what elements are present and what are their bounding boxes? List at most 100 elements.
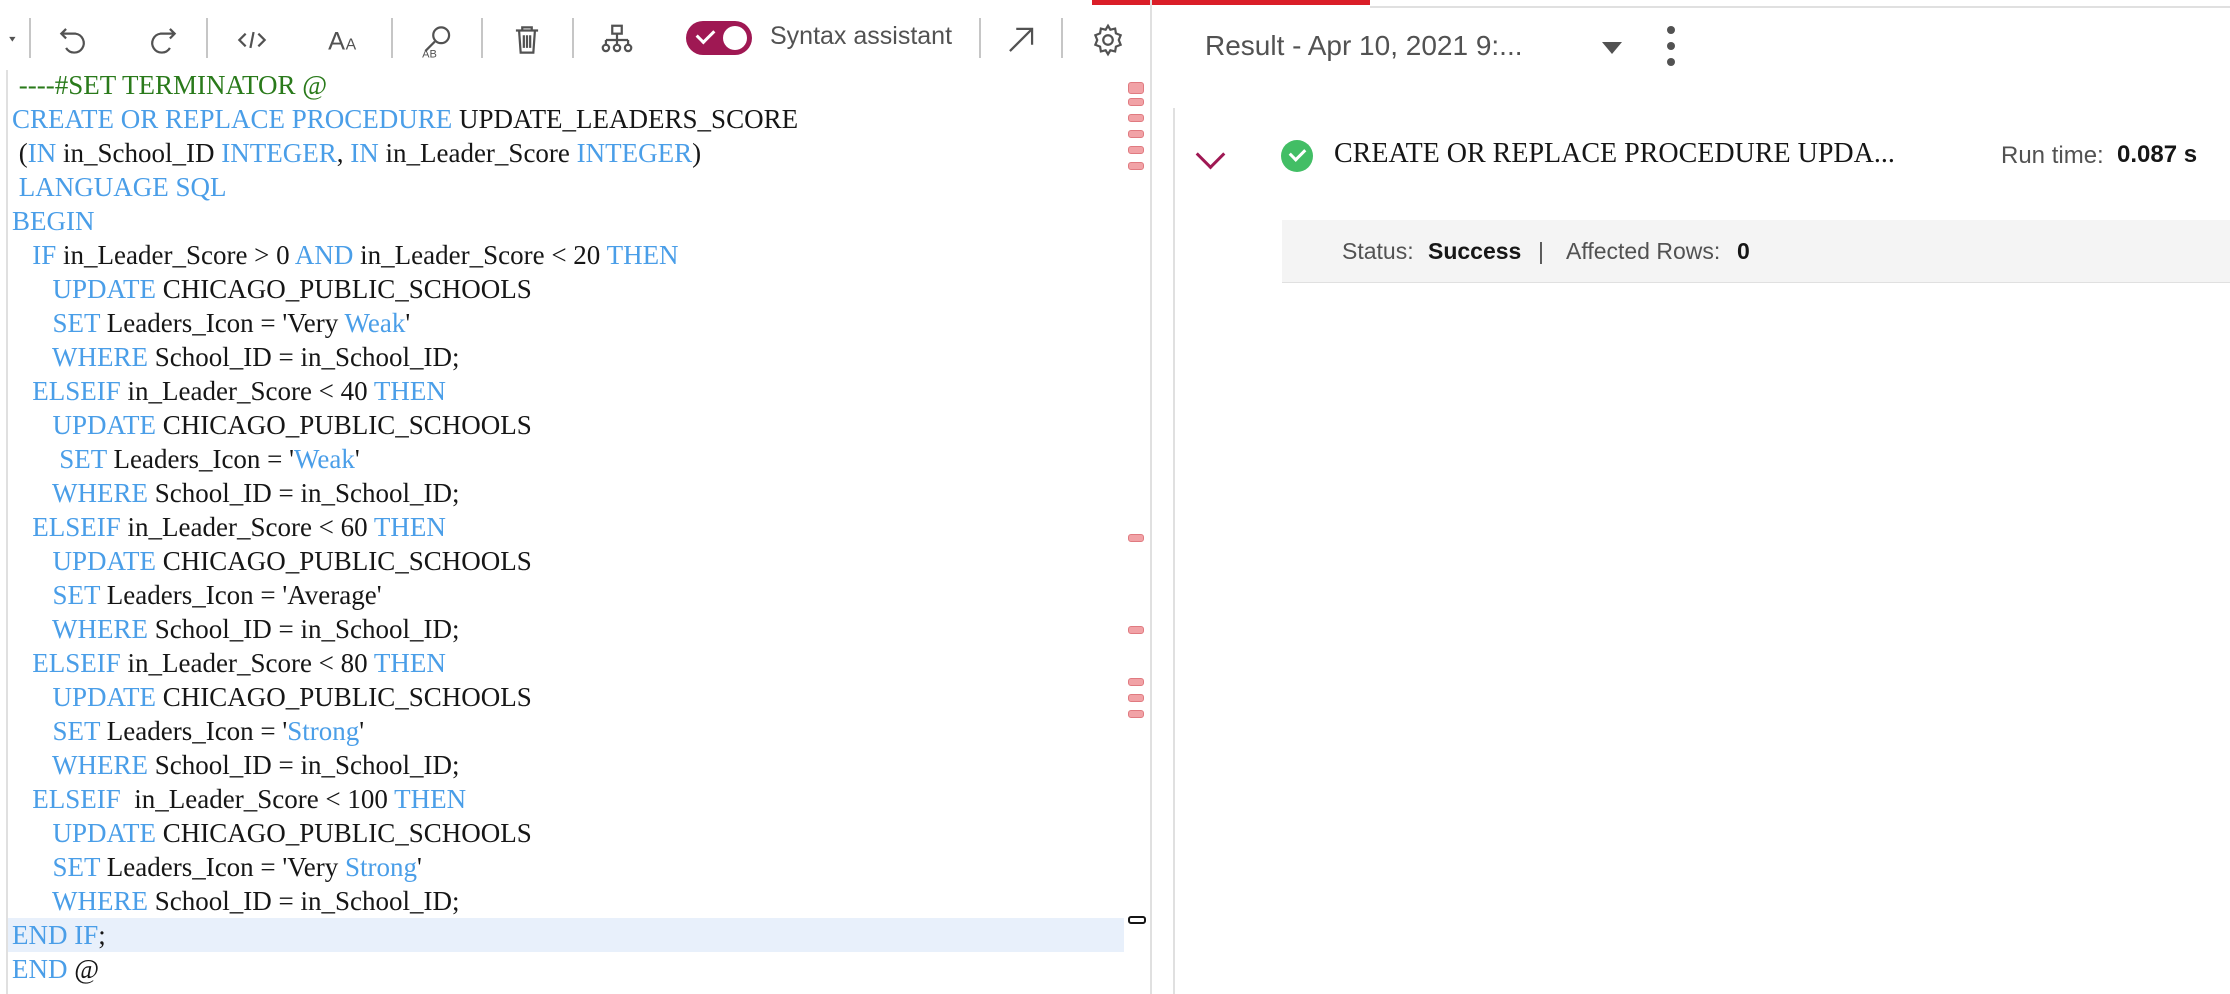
code-text: ' [354,444,360,474]
code-line[interactable]: UPDATE CHICAGO_PUBLIC_SCHOOLS [12,408,532,442]
code-line[interactable]: ELSEIF in_Leader_Score < 100 THEN [12,782,466,816]
delete-icon[interactable] [501,14,553,66]
toggle-knob [723,26,747,50]
sql-keyword: LANGUAGE SQL [12,172,227,202]
sql-keyword: Strong [345,852,418,882]
sql-keyword: THEN [373,376,446,406]
code-line[interactable]: ELSEIF in_Leader_Score < 60 THEN [12,510,446,544]
code-line[interactable]: BEGIN [12,204,95,238]
code-text: ' [359,716,365,746]
svg-text:AB: AB [422,48,437,59]
warning-marker [1128,162,1144,170]
status-bar: Status: Success | Affected Rows: 0 [1282,220,2230,283]
sql-keyword: IN [27,138,57,168]
overflow-menu-icon[interactable] [1667,26,1675,74]
code-line[interactable]: WHERE School_ID = in_School_ID; [12,884,459,918]
code-line[interactable]: ELSEIF in_Leader_Score < 80 THEN [12,646,446,680]
warning-marker [1128,694,1144,702]
panel-divider[interactable] [1150,0,1152,994]
affected-rows-label: Affected Rows: [1566,238,1721,264]
code-line[interactable]: SET Leaders_Icon = 'Weak' [12,442,360,476]
result-title[interactable]: Result - Apr 10, 2021 9:... [1205,30,1523,62]
status-value: Success [1428,238,1522,264]
toolbar-divider [481,18,483,58]
code-line[interactable]: ----#SET TERMINATOR @ [12,68,327,102]
code-text: CHICAGO_PUBLIC_SCHOOLS [156,546,532,576]
code-line[interactable]: WHERE School_ID = in_School_ID; [12,612,459,646]
code-line[interactable]: WHERE School_ID = in_School_ID; [12,748,459,782]
code-text: in_Leader_Score < 100 [120,784,395,814]
code-text: , [336,138,351,168]
code-line[interactable]: (IN in_School_ID INTEGER, IN in_Leader_S… [12,136,701,170]
code-line[interactable]: SET Leaders_Icon = 'Very Strong' [12,850,422,884]
editor-gutter-border [6,70,8,994]
caret-down-icon[interactable] [1602,42,1622,54]
sql-keyword: INTEGER [221,138,337,168]
code-line[interactable]: SET Leaders_Icon = 'Very Weak' [12,306,411,340]
code-line[interactable]: IF in_Leader_Score > 0 AND in_Leader_Sco… [12,238,679,272]
syntax-assistant-toggle[interactable] [686,21,752,55]
settings-icon[interactable] [1082,14,1134,66]
sql-keyword: THEN [606,240,679,270]
code-line[interactable]: END @ [12,952,99,986]
code-line[interactable]: END IF; [8,918,1124,952]
active-tab-indicator [1092,0,1370,5]
sql-keyword: END IF [12,920,99,950]
find-replace-icon[interactable]: AB [412,14,464,66]
code-line[interactable]: SET Leaders_Icon = 'Average' [12,578,382,612]
code-text: ; [98,920,106,950]
collapse-arrow-icon[interactable] [0,14,32,66]
code-line[interactable]: WHERE School_ID = in_School_ID; [12,476,459,510]
warning-marker [1128,146,1144,154]
code-text: in_Leader_Score < 60 [120,512,374,542]
code-line[interactable]: LANGUAGE SQL [12,170,227,204]
warning-marker [1128,626,1144,634]
chevron-down-icon[interactable] [1195,139,1226,170]
code-text: in_Leader_Score < 40 [120,376,374,406]
code-line[interactable]: SET Leaders_Icon = 'Strong' [12,714,365,748]
code-line[interactable]: WHERE School_ID = in_School_ID; [12,340,459,374]
code-text: School_ID = in_School_ID; [148,886,460,916]
result-panel-border [1173,108,1175,994]
affected-rows-value: 0 [1737,238,1750,264]
sql-keyword: WHERE [52,886,148,916]
result-statement[interactable]: CREATE OR REPLACE PROCEDURE UPDA... [1334,138,1895,170]
font-size-icon[interactable]: AA [318,14,370,66]
code-text: in_School_ID [56,138,222,168]
code-text: CHICAGO_PUBLIC_SCHOOLS [156,682,532,712]
code-line[interactable]: CREATE OR REPLACE PROCEDURE UPDATE_LEADE… [12,102,798,136]
code-line[interactable]: UPDATE CHICAGO_PUBLIC_SCHOOLS [12,816,532,850]
svg-text:A: A [346,37,357,54]
code-text: Leaders_Icon = ' [106,444,295,474]
warning-marker [1128,82,1144,94]
sql-keyword: UPDATE [52,818,157,848]
code-text: School_ID = in_School_ID; [148,478,460,508]
open-external-icon[interactable] [995,14,1047,66]
sql-keyword: ELSEIF [32,376,121,406]
code-line[interactable]: ELSEIF in_Leader_Score < 40 THEN [12,374,446,408]
code-line[interactable]: UPDATE CHICAGO_PUBLIC_SCHOOLS [12,680,532,714]
sql-keyword: ELSEIF [32,784,121,814]
code-text: Leaders_Icon = 'Average' [100,580,382,610]
run-time-value: 0.087 s [2117,141,2198,168]
sql-keyword: CREATE OR REPLACE PROCEDURE [12,104,453,134]
redo-icon[interactable] [136,14,188,66]
undo-icon[interactable] [48,14,100,66]
code-line[interactable]: UPDATE CHICAGO_PUBLIC_SCHOOLS [12,544,532,578]
sql-keyword: THEN [394,784,467,814]
schema-icon[interactable] [591,14,643,66]
sql-keyword: WHERE [52,478,148,508]
code-text: ( [12,138,28,168]
code-line[interactable]: UPDATE CHICAGO_PUBLIC_SCHOOLS [12,272,532,306]
code-icon[interactable] [226,14,278,66]
